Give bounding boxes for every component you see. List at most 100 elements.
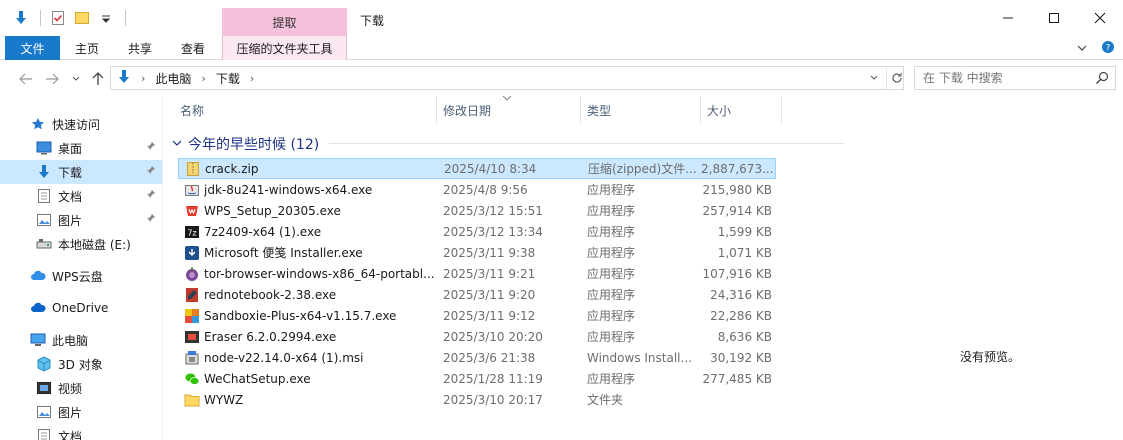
nav-this-pc[interactable]: 此电脑	[0, 328, 162, 352]
nav-downloads[interactable]: 下载	[0, 160, 162, 184]
file-row[interactable]: WeChatSetup.exe 2025/1/28 11:19 应用程序 277…	[178, 368, 776, 389]
address-history-dropdown-icon[interactable]	[864, 66, 884, 90]
file-name: Microsoft 便笺 Installer.exe	[204, 246, 363, 260]
nav-label: 本地磁盘 (E:)	[58, 237, 131, 252]
file-row[interactable]: tor-browser-windows-x86_64-portabl... 20…	[178, 263, 776, 284]
tab-view[interactable]: 查看	[166, 36, 220, 60]
collapse-chevron-icon[interactable]	[172, 139, 182, 150]
nav-label: OneDrive	[52, 301, 109, 315]
context-tab-extract[interactable]: 提取	[222, 8, 347, 36]
file-date: 2025/4/8 9:56	[443, 182, 528, 197]
breadcrumb-chevron-icon[interactable]: ›	[250, 72, 254, 85]
column-divider[interactable]	[781, 96, 782, 124]
refresh-icon[interactable]	[886, 66, 906, 90]
pin-icon[interactable]	[146, 141, 156, 154]
file-type: 压缩(zipped)文件...	[588, 162, 697, 176]
nav-label: 图片	[58, 213, 83, 228]
svg-text:7z: 7z	[187, 228, 196, 237]
nav-label: 下载	[58, 165, 83, 180]
file-row[interactable]: Microsoft 便笺 Installer.exe 2025/3/11 9:3…	[178, 242, 776, 263]
nav-wps-cloud[interactable]: WPS云盘	[0, 264, 162, 288]
nav-local-disk-e[interactable]: 本地磁盘 (E:)	[0, 232, 162, 256]
file-row[interactable]: node-v22.14.0-x64 (1).msi 2025/3/6 21:38…	[178, 347, 776, 368]
file-row[interactable]: Eraser 6.2.0.2994.exe 2025/3/10 20:20 应用…	[178, 326, 776, 347]
search-input[interactable]	[915, 67, 1085, 89]
breadcrumb-chevron-icon[interactable]: ›	[201, 72, 205, 85]
document-icon	[36, 428, 52, 440]
document-icon	[36, 188, 52, 204]
column-header-size[interactable]: 大小	[701, 96, 781, 124]
nav-documents[interactable]: 文档	[0, 184, 162, 208]
column-header-date[interactable]: 修改日期	[437, 96, 580, 124]
file-row[interactable]: WPS_Setup_20305.exe 2025/3/12 15:51 应用程序…	[178, 200, 776, 221]
close-button[interactable]	[1077, 0, 1123, 36]
group-divider	[329, 143, 844, 144]
nav-desktop[interactable]: 桌面	[0, 136, 162, 160]
nav-3d-objects[interactable]: 3D 对象	[0, 352, 162, 376]
file-row[interactable]: Sandboxie-Plus-x64-v1.15.7.exe 2025/3/11…	[178, 305, 776, 326]
file-row[interactable]: WYWZ 2025/3/10 20:17 文件夹	[178, 389, 776, 410]
address-bar[interactable]: › 此电脑 › 下载 ›	[110, 66, 904, 90]
customize-toolbar-icon[interactable]	[95, 7, 117, 29]
breadcrumb-chevron-icon[interactable]: ›	[141, 72, 145, 85]
nav-pictures[interactable]: 图片	[0, 208, 162, 232]
file-row[interactable]: 7z 7z2409-x64 (1).exe 2025/3/12 13:34 应用…	[178, 221, 776, 242]
help-icon[interactable]: ?	[1101, 40, 1115, 57]
folder-icon	[184, 392, 200, 408]
sandboxie-icon	[184, 308, 200, 324]
properties-icon[interactable]	[47, 7, 69, 29]
file-date: 2025/3/12 13:34	[443, 224, 543, 239]
back-arrow-icon[interactable]	[16, 70, 36, 88]
nav-documents-pc[interactable]: 文档	[0, 424, 162, 440]
pin-icon[interactable]	[146, 165, 156, 178]
column-header-type[interactable]: 类型	[581, 96, 700, 124]
nav-label: 快速访问	[52, 117, 101, 132]
breadcrumb-this-pc[interactable]: 此电脑	[155, 70, 191, 87]
nav-quick-access[interactable]: 快速访问	[0, 112, 162, 136]
video-icon	[36, 380, 52, 396]
rednotebook-icon	[184, 287, 200, 303]
expand-ribbon-icon[interactable]	[1077, 42, 1087, 56]
file-row[interactable]: crack.zip 2025/4/10 8:34 压缩(zipped)文件...…	[178, 158, 776, 179]
nav-label: 视频	[58, 381, 83, 396]
tab-share[interactable]: 共享	[114, 36, 166, 60]
file-size: 107,916 KB	[702, 266, 772, 281]
file-size: 30,192 KB	[710, 350, 772, 365]
file-row[interactable]: jdk-8u241-windows-x64.exe 2025/4/8 9:56 …	[178, 179, 776, 200]
eraser-icon	[184, 329, 200, 345]
search-icon[interactable]	[1093, 69, 1111, 87]
tab-compressed-folder-tools[interactable]: 压缩的文件夹工具	[222, 36, 347, 60]
file-size: 257,914 KB	[702, 203, 772, 218]
file-type: 应用程序	[587, 309, 636, 323]
preview-pane: 没有预览。	[852, 96, 1123, 440]
group-header[interactable]: 今年的早些时候 (12)	[172, 134, 319, 154]
breadcrumb-downloads[interactable]: 下载	[216, 70, 240, 87]
recent-locations-icon[interactable]	[66, 70, 86, 88]
file-list-pane: 名称 修改日期 类型 大小 今年的早些时候 (12) crack.zip 202…	[164, 95, 852, 440]
minimize-button[interactable]	[985, 0, 1031, 36]
download-icon[interactable]	[10, 7, 32, 29]
up-arrow-icon[interactable]	[88, 70, 108, 88]
file-size: 277,485 KB	[702, 371, 772, 386]
file-type: 应用程序	[587, 267, 636, 281]
nav-onedrive[interactable]: OneDrive	[0, 296, 162, 320]
file-name: rednotebook-2.38.exe	[204, 287, 337, 302]
file-type: 应用程序	[587, 183, 636, 197]
column-header-name[interactable]: 名称	[174, 96, 436, 124]
file-date: 2025/3/10 20:17	[443, 392, 543, 407]
file-date: 2025/3/11 9:12	[443, 308, 536, 323]
ribbon-right-controls: ?	[1077, 40, 1115, 57]
forward-arrow-icon[interactable]	[42, 70, 62, 88]
maximize-button[interactable]	[1031, 0, 1077, 36]
star-icon	[30, 116, 46, 132]
tab-home[interactable]: 主页	[62, 36, 112, 60]
nav-pictures-pc[interactable]: 图片	[0, 400, 162, 424]
tab-file[interactable]: 文件	[5, 36, 60, 60]
file-row[interactable]: rednotebook-2.38.exe 2025/3/11 9:20 应用程序…	[178, 284, 776, 305]
new-folder-icon[interactable]	[71, 7, 93, 29]
pin-icon[interactable]	[146, 213, 156, 226]
zip-folder-icon	[185, 161, 201, 177]
nav-videos[interactable]: 视频	[0, 376, 162, 400]
pin-icon[interactable]	[146, 189, 156, 202]
search-box[interactable]	[914, 66, 1116, 90]
